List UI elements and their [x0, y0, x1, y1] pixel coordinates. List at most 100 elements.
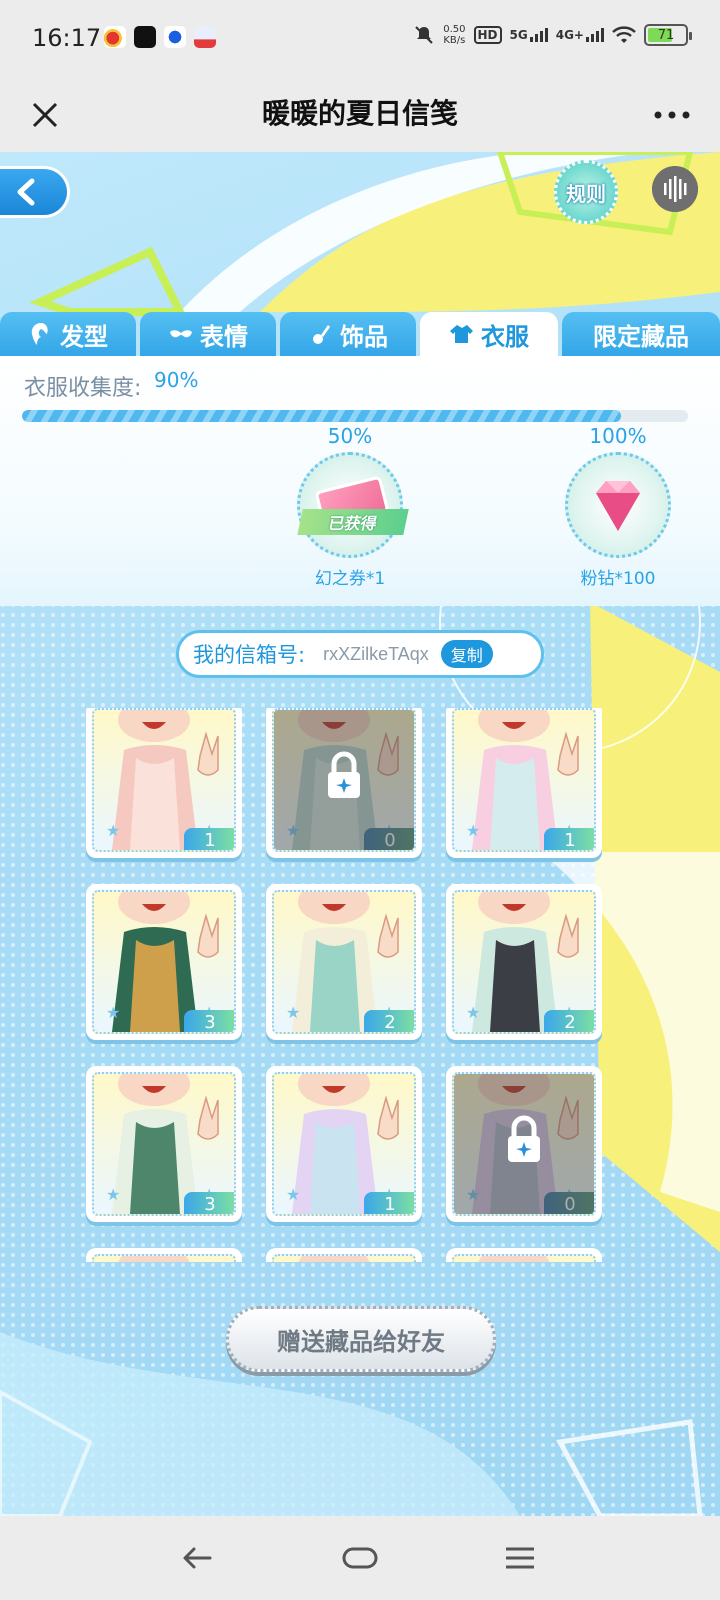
- item-count-badge: 2: [544, 1010, 594, 1032]
- item-count-badge: 1: [364, 1192, 414, 1214]
- clothing-card[interactable]: ★★: [86, 1248, 242, 1262]
- clothing-card[interactable]: ★★3: [86, 1066, 242, 1222]
- milestone-percent: 100%: [589, 424, 647, 448]
- item-count-badge: 3: [184, 1010, 234, 1032]
- svg-text:★: ★: [106, 1003, 120, 1022]
- clothing-card[interactable]: ★★1: [446, 708, 602, 858]
- lock-icon: [328, 751, 360, 798]
- nav-menu-icon[interactable]: [496, 1540, 544, 1576]
- obtained-badge: 已获得: [297, 509, 409, 535]
- milestone-reward-circle: 已获得: [297, 452, 409, 558]
- card-frame: ★★3: [92, 890, 236, 1034]
- svg-text:★: ★: [286, 1003, 300, 1022]
- card-frame: ★★1: [452, 708, 596, 852]
- svg-text:★: ★: [382, 821, 396, 840]
- category-tabs: 发型 表情 饰品 衣服 限定藏品: [0, 312, 720, 356]
- title-bar: 暖暖的夏日信笺: [0, 78, 720, 152]
- svg-text:★: ★: [466, 1185, 480, 1204]
- clothing-card-locked[interactable]: ★ ★ 0: [446, 1066, 602, 1222]
- nav-back-icon[interactable]: [174, 1540, 222, 1576]
- status-time: 16:17: [32, 24, 102, 52]
- item-count-badge: 0: [364, 828, 414, 850]
- tab-hairstyle[interactable]: 发型: [0, 312, 136, 356]
- clothes-icon: [450, 325, 473, 343]
- card-frame: ★★: [452, 1254, 596, 1262]
- svg-text:★: ★: [466, 821, 480, 840]
- card-frame: ★★1: [272, 1072, 416, 1216]
- svg-text:★: ★: [286, 821, 300, 840]
- card-frame: ★★3: [92, 1072, 236, 1216]
- mailbox-id: rxXZilkeTAqx: [323, 643, 429, 664]
- wifi-icon: [612, 26, 636, 43]
- signal-4g: 4G+: [556, 28, 604, 42]
- lock-icon: [508, 1115, 540, 1162]
- system-nav-bar: [0, 1516, 720, 1600]
- pink-diamond-icon: [596, 481, 640, 531]
- clothes-grid: ★★1★★0★★1★★3★★2★★2★★3★★1★★0★★★★★★: [80, 708, 620, 1262]
- page-title: 暖暖的夏日信笺: [261, 97, 458, 130]
- signal-5g: 5G: [510, 28, 548, 42]
- svg-text:★: ★: [286, 1185, 300, 1204]
- clothing-card[interactable]: ★★3: [86, 884, 242, 1040]
- hair-icon: [31, 323, 48, 345]
- weibo-icon: [104, 26, 126, 48]
- collection-page: 规则 发型 表情 饰品 衣服 限定藏品 衣服收集度: 90% 50% 已获得 幻…: [0, 152, 720, 1516]
- card-frame: ★★: [272, 1254, 416, 1262]
- svg-text:★: ★: [106, 821, 120, 840]
- clothing-card[interactable]: ★★1: [86, 708, 242, 858]
- status-right: 0.50 KB/s HD 5G 4G+ 71: [413, 24, 692, 46]
- clothing-card[interactable]: ★★: [446, 1248, 602, 1262]
- clothing-card[interactable]: ★★2: [446, 884, 602, 1040]
- item-count-badge: 0: [544, 1192, 594, 1214]
- clothing-card[interactable]: ★★2: [266, 884, 422, 1040]
- milestone-percent: 50%: [327, 424, 373, 448]
- accessory-icon: [313, 325, 330, 344]
- item-count-badge: 2: [364, 1010, 414, 1032]
- copy-button[interactable]: 复制: [440, 640, 493, 668]
- net-speed: 0.50 KB/s: [443, 24, 466, 46]
- collection-progress-panel: 衣服收集度: 90% 50% 已获得 幻之券*1 100% 粉钻*100: [0, 356, 720, 606]
- chevron-left-icon: [17, 178, 35, 206]
- milestone-reward-name: 粉钻*100: [580, 569, 656, 589]
- signal-bars-icon: [586, 28, 604, 42]
- milestone-reward-circle: [565, 452, 671, 558]
- nav-home-icon[interactable]: [336, 1540, 384, 1576]
- back-button[interactable]: [0, 166, 70, 218]
- more-options-icon[interactable]: [642, 88, 702, 142]
- item-count-badge: 1: [544, 828, 594, 850]
- tab-limited-collection[interactable]: 限定藏品: [562, 312, 720, 356]
- mask-icon: [170, 330, 192, 338]
- progress-bar-fill: [22, 410, 622, 422]
- outfit-thumbnail-icon: ★★: [298, 1256, 370, 1262]
- card-frame: ★★2: [452, 890, 596, 1034]
- mute-bell-icon: [415, 26, 433, 44]
- tab-accessories[interactable]: 饰品: [280, 312, 416, 356]
- svg-text:★: ★: [562, 1185, 576, 1204]
- milestone-50[interactable]: 50% 已获得 幻之券*1: [290, 424, 410, 589]
- status-app-icons: [104, 26, 216, 48]
- mailbox-id-bar: 我的信箱号: rxXZilkeTAqx 复制: [176, 630, 544, 678]
- item-count-badge: 3: [184, 1192, 234, 1214]
- status-bar: 16:17 0.50 KB/s HD 5G 4G+ 71: [0, 0, 720, 78]
- tab-expression[interactable]: 表情: [140, 312, 276, 356]
- mailbox-label: 我的信箱号:: [193, 643, 306, 667]
- clothing-card[interactable]: ★★1: [266, 1066, 422, 1222]
- milestone-reward-name: 幻之券*1: [314, 569, 386, 589]
- tab-clothes[interactable]: 衣服: [420, 312, 558, 356]
- sound-wave-icon[interactable]: [652, 166, 698, 212]
- battery-indicator: 71: [644, 24, 692, 46]
- progress-bar: [22, 410, 688, 422]
- rules-button[interactable]: 规则: [554, 160, 618, 224]
- clothing-card[interactable]: ★★: [266, 1248, 422, 1262]
- svg-text:★: ★: [466, 1003, 480, 1022]
- item-count-badge: 1: [184, 828, 234, 850]
- gift-to-friend-button[interactable]: 赠送藏品给好友: [226, 1306, 496, 1372]
- app-baidu-icon: [194, 26, 216, 48]
- milestone-100[interactable]: 100% 粉钻*100: [558, 424, 678, 589]
- tiktok-icon: [134, 26, 156, 48]
- card-frame: ★★1: [92, 708, 236, 852]
- card-frame: ★★2: [272, 890, 416, 1034]
- clothing-card-locked[interactable]: ★ ★ 0: [266, 708, 422, 858]
- app-blue-icon: [164, 26, 186, 48]
- progress-label: 衣服收集度:: [24, 376, 142, 401]
